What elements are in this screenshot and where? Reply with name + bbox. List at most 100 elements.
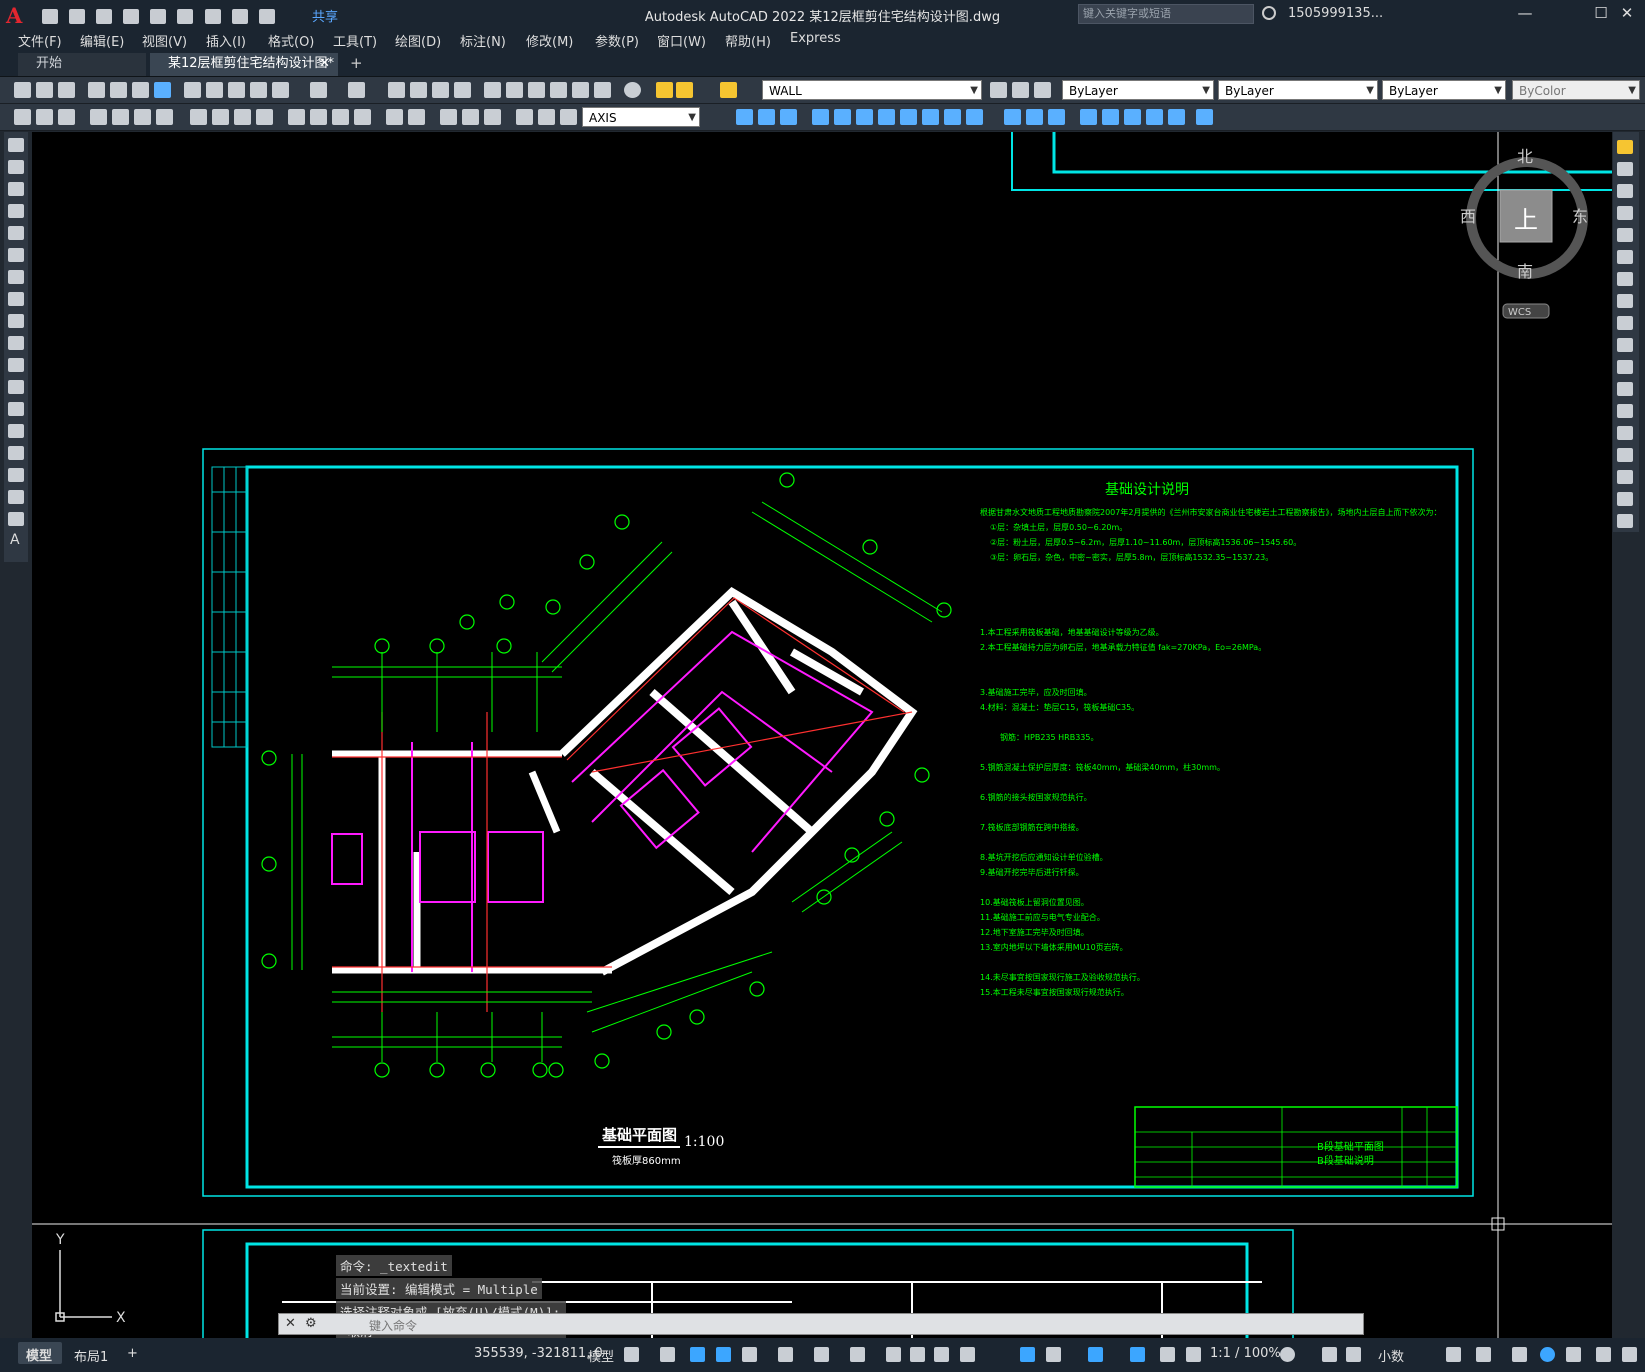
3d-osnap-icon[interactable] xyxy=(960,1347,975,1362)
trim-icon[interactable] xyxy=(1617,338,1633,352)
scale-icon[interactable] xyxy=(1617,294,1633,308)
extrude-icon[interactable] xyxy=(812,109,829,125)
tolerance-icon[interactable] xyxy=(332,109,349,125)
lock-ui-icon[interactable] xyxy=(1476,1347,1491,1362)
menu-express[interactable]: Express xyxy=(790,31,841,46)
mirror-icon[interactable] xyxy=(1617,184,1633,198)
properties-icon[interactable] xyxy=(484,82,501,98)
subtract-icon[interactable] xyxy=(922,109,939,125)
sweep-icon[interactable] xyxy=(856,109,873,125)
polygon-icon[interactable] xyxy=(8,204,24,218)
loft-icon[interactable] xyxy=(878,109,895,125)
selection-filter-icon[interactable] xyxy=(1046,1347,1061,1362)
grid-icon[interactable] xyxy=(624,1347,639,1362)
extend-icon[interactable] xyxy=(1617,360,1633,374)
clean-screen-icon[interactable] xyxy=(1566,1347,1581,1362)
open-icon[interactable] xyxy=(36,82,53,98)
menu-view[interactable]: 视图(V) xyxy=(142,31,187,50)
tab-document[interactable]: 某12层框剪住宅结构设计图* ✕ xyxy=(150,53,338,76)
dim-aligned-icon[interactable] xyxy=(36,109,53,125)
cut-icon[interactable] xyxy=(184,82,201,98)
3dmirror-icon[interactable] xyxy=(1168,109,1185,125)
undo-icon[interactable] xyxy=(310,82,327,98)
linetype-dropdown[interactable]: ByLayer ▼ xyxy=(1218,80,1378,100)
erase-icon[interactable] xyxy=(1617,140,1633,154)
world-ucs-icon[interactable] xyxy=(1124,109,1141,125)
menu-draw[interactable]: 绘图(D) xyxy=(395,31,441,50)
annotation-scale-icon[interactable] xyxy=(1186,1347,1201,1362)
move-icon[interactable] xyxy=(1617,250,1633,264)
table-icon[interactable] xyxy=(8,512,24,526)
point-icon[interactable] xyxy=(8,424,24,438)
transparency-icon[interactable] xyxy=(910,1347,925,1362)
view-ucs-icon[interactable] xyxy=(1102,109,1119,125)
3dalign-icon[interactable] xyxy=(1146,109,1163,125)
close-icon[interactable]: ✕ xyxy=(1612,4,1642,24)
rectangle-icon[interactable] xyxy=(8,226,24,240)
jogged-linear-icon[interactable] xyxy=(408,109,425,125)
layer-freeze-icon[interactable] xyxy=(676,82,693,98)
intersect-icon[interactable] xyxy=(944,109,961,125)
ellipse-arc-icon[interactable] xyxy=(8,358,24,372)
isodraft-icon[interactable] xyxy=(778,1347,793,1362)
hardware-acceleration-icon[interactable] xyxy=(1540,1347,1555,1362)
save-icon[interactable] xyxy=(58,82,75,98)
calculator-icon[interactable] xyxy=(594,82,611,98)
revolve-icon[interactable] xyxy=(834,109,851,125)
new-icon[interactable] xyxy=(14,82,31,98)
plot-preview-icon[interactable] xyxy=(110,82,127,98)
design-center-icon[interactable] xyxy=(506,82,523,98)
polar-tracking-icon[interactable] xyxy=(742,1347,757,1362)
minimize-icon[interactable]: — xyxy=(1510,4,1540,24)
solid-box-icon[interactable] xyxy=(736,109,753,125)
publish-web-icon[interactable] xyxy=(154,82,171,98)
lineweight-dropdown[interactable]: ByLayer ▼ xyxy=(1382,80,1506,100)
center-mark-icon[interactable] xyxy=(354,109,371,125)
dim-continue-icon[interactable] xyxy=(256,109,273,125)
menu-tools[interactable]: 工具(T) xyxy=(333,31,377,50)
spline-icon[interactable] xyxy=(8,314,24,328)
plotstyle-dropdown[interactable]: ByColor ▼ xyxy=(1512,80,1640,100)
plot-icon[interactable] xyxy=(88,82,105,98)
zoom-realtime-icon[interactable] xyxy=(410,82,427,98)
menu-edit[interactable]: 编辑(E) xyxy=(80,31,124,50)
dimstyle-dropdown[interactable]: AXIS ▼ xyxy=(582,107,700,127)
chamfer-icon[interactable] xyxy=(1617,448,1633,462)
object-snap-icon[interactable] xyxy=(850,1347,865,1362)
arc-icon[interactable] xyxy=(8,248,24,262)
isolate-icon[interactable] xyxy=(1512,1347,1527,1362)
revision-cloud-icon[interactable] xyxy=(8,292,24,306)
break-icon[interactable] xyxy=(1617,404,1633,418)
selection-cycling-icon[interactable] xyxy=(934,1347,949,1362)
viewcube-west[interactable]: 西 xyxy=(1460,207,1476,226)
ellipse-icon[interactable] xyxy=(8,336,24,350)
viewcube-north[interactable]: 北 xyxy=(1517,147,1533,166)
polyline-icon[interactable] xyxy=(8,182,24,196)
sheet-set-icon[interactable] xyxy=(550,82,567,98)
quick-dim-icon[interactable] xyxy=(212,109,229,125)
dim-radius-icon[interactable] xyxy=(112,109,129,125)
ucs-icon[interactable] xyxy=(1080,109,1097,125)
viewcube-east[interactable]: 东 xyxy=(1572,207,1588,226)
dim-style-icon[interactable] xyxy=(516,109,533,125)
publish-icon[interactable] xyxy=(132,82,149,98)
stretch-icon[interactable] xyxy=(1617,316,1633,330)
search-input[interactable]: 键入关键字或短语 xyxy=(1078,4,1254,24)
layer-states-icon[interactable] xyxy=(1034,82,1051,98)
make-current-layer-icon[interactable] xyxy=(990,82,1007,98)
presspull-icon[interactable] xyxy=(966,109,983,125)
annotation-visibility-icon[interactable] xyxy=(1130,1347,1145,1362)
quick-properties-icon[interactable] xyxy=(1446,1347,1461,1362)
fullscreen-icon[interactable] xyxy=(1596,1347,1611,1362)
thicken-icon[interactable] xyxy=(1048,109,1065,125)
model-space-toggle[interactable]: 模型 xyxy=(588,1346,614,1365)
coordinates-readout[interactable]: 355539, -321811, 0 xyxy=(474,1346,603,1361)
line-icon[interactable] xyxy=(8,138,24,152)
layout1-tab[interactable]: 布局1 xyxy=(74,1346,108,1365)
object-snap-tracking-icon[interactable] xyxy=(814,1347,829,1362)
dim-baseline-icon[interactable] xyxy=(234,109,251,125)
dim-reassociate-icon[interactable] xyxy=(560,109,577,125)
menu-file[interactable]: 文件(F) xyxy=(18,31,62,50)
dim-diameter-icon[interactable] xyxy=(156,109,173,125)
union-icon[interactable] xyxy=(900,109,917,125)
